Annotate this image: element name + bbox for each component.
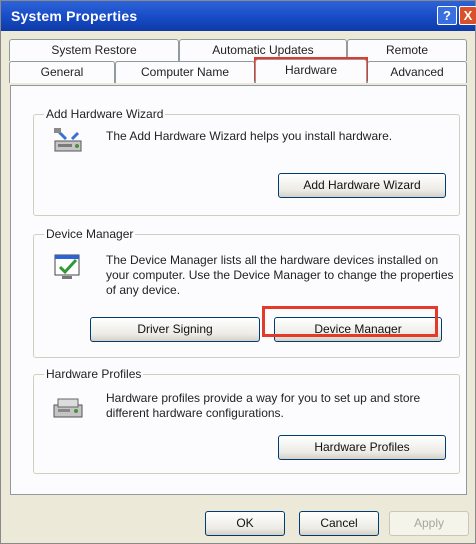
tab-computer-name[interactable]: Computer Name xyxy=(115,61,255,83)
device-manager-group-title: Device Manager xyxy=(44,227,136,241)
system-properties-window: System Properties ? X System Restore Aut… xyxy=(0,0,476,544)
hardware-profiles-button[interactable]: Hardware Profiles xyxy=(278,435,446,460)
hardware-profiles-description: Hardware profiles provide a way for you … xyxy=(106,391,421,420)
hardware-tab-panel: Add Hardware Wizard The Add Hardware Wiz… xyxy=(10,85,467,495)
tab-advanced[interactable]: Advanced xyxy=(367,61,467,83)
device-manager-description: The Device Manager lists all the hardwar… xyxy=(106,253,454,297)
title-bar[interactable]: System Properties ? X xyxy=(1,1,476,31)
add-hardware-description: The Add Hardware Wizard helps you instal… xyxy=(106,129,393,143)
tab-general[interactable]: General xyxy=(9,61,115,83)
hardware-profiles-group: Hardware Profiles Hardware profiles prov… xyxy=(33,367,460,474)
hardware-profiles-group-title: Hardware Profiles xyxy=(44,367,144,381)
add-hardware-icon xyxy=(52,125,86,159)
cancel-button[interactable]: Cancel xyxy=(299,511,379,536)
apply-button[interactable]: Apply xyxy=(389,511,469,536)
device-manager-group: Device Manager The Device Manager lists … xyxy=(33,227,460,358)
close-button[interactable]: X xyxy=(459,6,476,25)
device-manager-button[interactable]: Device Manager xyxy=(274,317,442,342)
tab-automatic-updates[interactable]: Automatic Updates xyxy=(179,39,347,61)
window-title: System Properties xyxy=(11,8,138,24)
tab-remote[interactable]: Remote xyxy=(347,39,467,61)
tab-system-restore[interactable]: System Restore xyxy=(9,39,179,61)
help-button[interactable]: ? xyxy=(437,6,457,25)
ok-button[interactable]: OK xyxy=(205,511,285,536)
tab-hardware[interactable]: Hardware xyxy=(255,59,367,83)
hardware-profiles-icon xyxy=(52,389,86,423)
add-hardware-group-title: Add Hardware Wizard xyxy=(44,107,166,121)
device-manager-icon xyxy=(52,249,86,283)
add-hardware-wizard-button[interactable]: Add Hardware Wizard xyxy=(278,173,446,198)
add-hardware-group: Add Hardware Wizard The Add Hardware Wiz… xyxy=(33,107,460,216)
driver-signing-button[interactable]: Driver Signing xyxy=(90,317,260,342)
